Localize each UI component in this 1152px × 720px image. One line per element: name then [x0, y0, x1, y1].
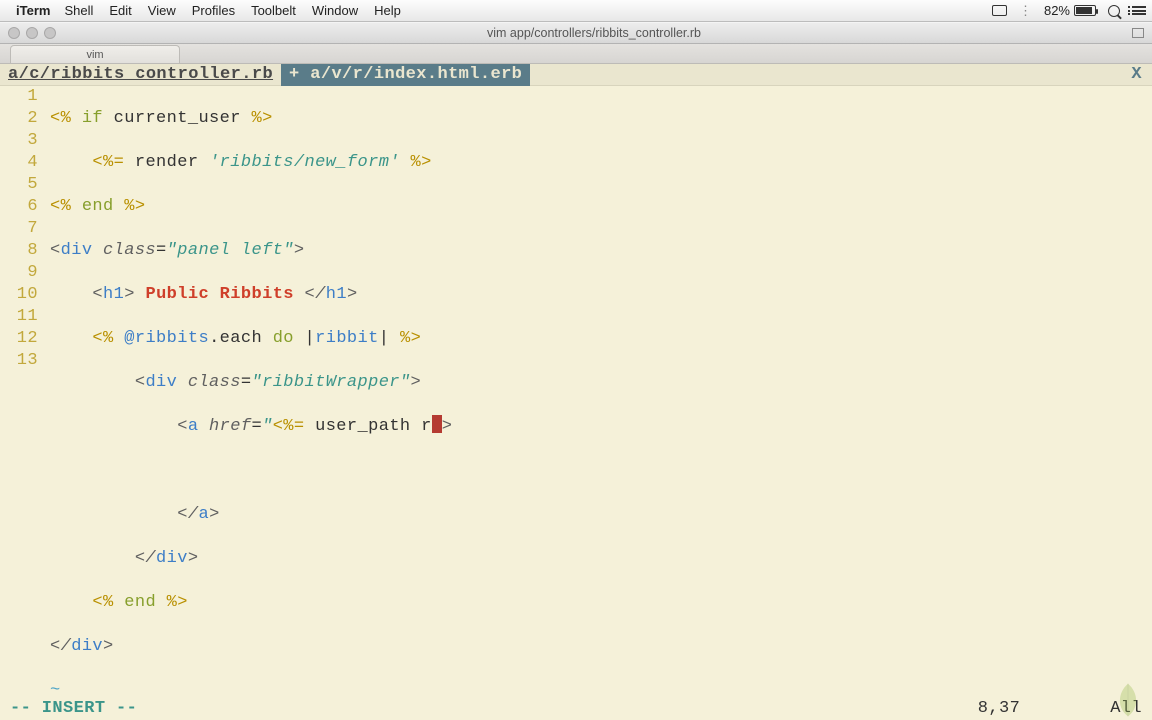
- menu-profiles[interactable]: Profiles: [192, 3, 235, 18]
- menu-window[interactable]: Window: [312, 3, 358, 18]
- line-number: 10: [0, 284, 38, 306]
- battery-pct: 82%: [1044, 3, 1070, 18]
- menu-help[interactable]: Help: [374, 3, 401, 18]
- line-number: 7: [0, 218, 38, 240]
- cursor-position: 8,37: [978, 698, 1020, 720]
- buffer-active[interactable]: a/c/ribbits_controller.rb: [8, 64, 281, 86]
- terminal-tab[interactable]: vim: [10, 45, 180, 63]
- close-window-button[interactable]: [8, 27, 20, 39]
- app-name[interactable]: iTerm: [16, 3, 50, 18]
- line-number: 6: [0, 196, 38, 218]
- line-number: 9: [0, 262, 38, 284]
- vim-cursor: [432, 415, 442, 433]
- vim-buffer-line: a/c/ribbits_controller.rb + a/v/r/index.…: [0, 64, 1152, 86]
- bluetooth-icon[interactable]: ⋮: [1019, 3, 1032, 19]
- buffer-close-icon[interactable]: X: [1131, 64, 1142, 86]
- display-icon[interactable]: [992, 5, 1007, 16]
- terminal-tabbar: vim: [0, 44, 1152, 64]
- fullscreen-icon[interactable]: [1132, 28, 1144, 38]
- line-number: 4: [0, 152, 38, 174]
- vim-status-bar: -- INSERT -- 8,37 All: [0, 698, 1152, 720]
- minimize-window-button[interactable]: [26, 27, 38, 39]
- watermark-leaf-icon: [1110, 682, 1146, 718]
- spotlight-icon[interactable]: [1108, 5, 1120, 17]
- line-number: 8: [0, 240, 38, 262]
- line-number: 11: [0, 306, 38, 328]
- zoom-window-button[interactable]: [44, 27, 56, 39]
- notification-center-icon[interactable]: [1132, 6, 1146, 15]
- line-number: 5: [0, 174, 38, 196]
- battery-icon: [1074, 5, 1096, 16]
- mac-menubar: iTerm Shell Edit View Profiles Toolbelt …: [0, 0, 1152, 22]
- vim-editor[interactable]: a/c/ribbits_controller.rb + a/v/r/index.…: [0, 64, 1152, 720]
- battery-status[interactable]: 82%: [1044, 3, 1096, 18]
- menu-toolbelt[interactable]: Toolbelt: [251, 3, 296, 18]
- menu-view[interactable]: View: [148, 3, 176, 18]
- line-number: 12: [0, 328, 38, 350]
- line-number: 13: [0, 350, 38, 372]
- terminal-window: vim app/controllers/ribbits_controller.r…: [0, 22, 1152, 720]
- line-number-gutter: 1 2 3 4 5 6 7 8 9 10 11 12 13: [0, 86, 46, 698]
- line-number: 2: [0, 108, 38, 130]
- line-number: 3: [0, 130, 38, 152]
- menu-shell[interactable]: Shell: [64, 3, 93, 18]
- menu-edit[interactable]: Edit: [109, 3, 131, 18]
- code-area[interactable]: <% if current_user %> <%= render 'ribbit…: [46, 86, 1152, 698]
- vim-mode: -- INSERT --: [10, 698, 137, 720]
- window-title: vim app/controllers/ribbits_controller.r…: [56, 26, 1132, 40]
- window-titlebar[interactable]: vim app/controllers/ribbits_controller.r…: [0, 22, 1152, 44]
- buffer-inactive[interactable]: + a/v/r/index.html.erb: [281, 64, 530, 86]
- line-number: 1: [0, 86, 38, 108]
